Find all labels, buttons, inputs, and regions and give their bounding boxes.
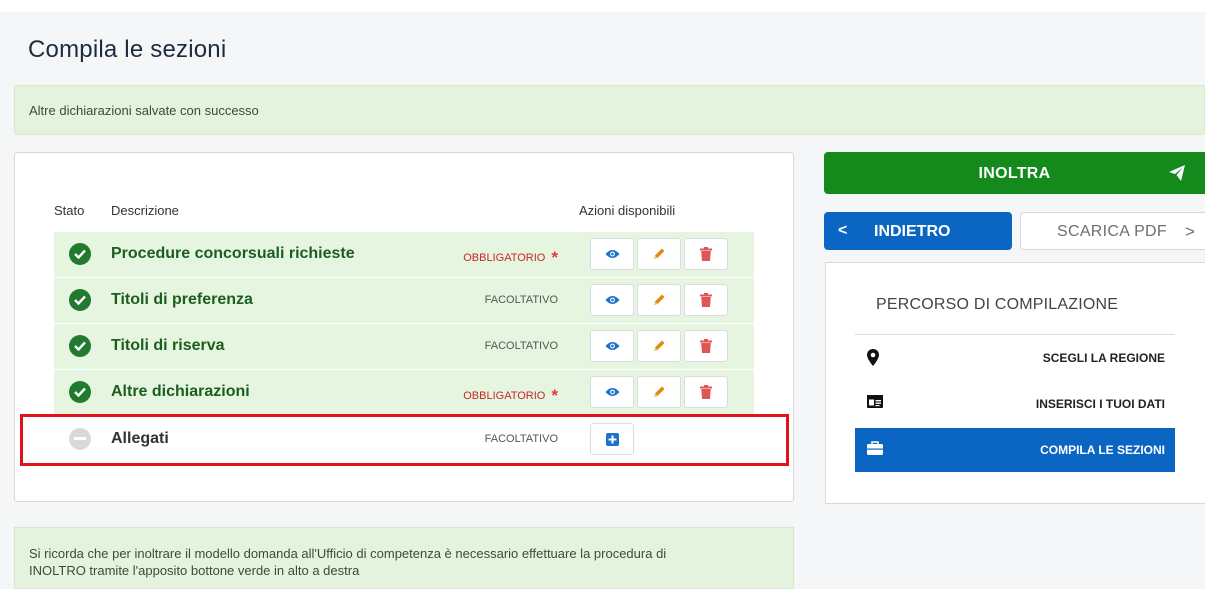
info-line-1: Si ricorda che per inoltrare il modello … <box>29 546 667 561</box>
pencil-icon <box>654 248 665 259</box>
delete-button[interactable] <box>684 284 728 316</box>
view-button[interactable] <box>590 284 634 316</box>
section-name: Procedure concorsuali richieste <box>111 245 355 262</box>
asterisk-icon: * <box>551 386 558 405</box>
id-card-icon <box>867 395 883 413</box>
eye-icon <box>604 250 620 258</box>
eye-icon <box>604 388 620 396</box>
section-name: Titoli di preferenza <box>111 291 253 308</box>
requirement-badge: FACOLTATIVO <box>484 340 558 352</box>
chevron-left-icon: < <box>838 222 848 239</box>
edit-button[interactable] <box>637 284 681 316</box>
info-line-2: INOLTRO tramite l'apposito bottone verde… <box>29 563 360 578</box>
chevron-right-icon: > <box>1185 222 1195 241</box>
check-circle-icon <box>69 381 91 403</box>
column-header-description: Descrizione <box>111 203 179 218</box>
trash-icon <box>700 247 712 261</box>
step-inserisci-dati[interactable]: INSERISCI I TUOI DATI <box>855 382 1175 426</box>
table-row: Titoli di preferenza FACOLTATIVO <box>54 278 754 324</box>
map-marker-icon <box>867 349 879 371</box>
check-circle-icon <box>69 243 91 265</box>
asterisk-icon: * <box>551 248 558 267</box>
download-pdf-label: SCARICA PDF <box>1057 223 1167 240</box>
trash-icon <box>700 385 712 399</box>
pencil-icon <box>654 294 665 305</box>
paper-plane-icon <box>1169 165 1185 186</box>
section-name: Titoli di riserva <box>111 337 225 354</box>
divider <box>855 334 1175 335</box>
pencil-icon <box>654 340 665 351</box>
step-label: COMPILA LE SEZIONI <box>1040 443 1165 457</box>
step-label: INSERISCI I TUOI DATI <box>1035 397 1165 411</box>
section-name: Altre dichiarazioni <box>111 383 250 400</box>
download-pdf-button[interactable]: SCARICA PDF > <box>1020 212 1205 250</box>
back-label: INDIETRO <box>874 223 951 240</box>
highlight-box <box>20 414 789 466</box>
eye-icon <box>604 342 620 350</box>
column-header-actions: Azioni disponibili <box>579 203 676 218</box>
success-alert: Altre dichiarazioni salvate con successo <box>14 85 1205 135</box>
inoltra-label: INOLTRA <box>978 165 1051 182</box>
step-label: SCEGLI LA REGIONE <box>1042 351 1165 365</box>
inoltra-button[interactable]: INOLTRA <box>824 152 1205 194</box>
step-scegli-regione[interactable]: SCEGLI LA REGIONE <box>855 336 1175 380</box>
table-row: Procedure concorsuali richieste OBBLIGAT… <box>54 232 754 278</box>
trash-icon <box>700 339 712 353</box>
requirement-badge: OBBLIGATORIO * <box>463 386 558 405</box>
delete-button[interactable] <box>684 238 728 270</box>
trash-icon <box>700 293 712 307</box>
requirement-badge: FACOLTATIVO <box>484 294 558 306</box>
column-header-status: Stato <box>54 203 85 218</box>
eye-icon <box>604 296 620 304</box>
edit-button[interactable] <box>637 376 681 408</box>
page-title: Compila le sezioni <box>28 36 227 63</box>
info-alert: Si ricorda che per inoltrare il modello … <box>14 527 794 589</box>
requirement-badge: OBBLIGATORIO * <box>463 248 558 267</box>
pencil-icon <box>654 386 665 397</box>
step-compila-sezioni[interactable]: COMPILA LE SEZIONI <box>855 428 1175 472</box>
view-button[interactable] <box>590 330 634 362</box>
view-button[interactable] <box>590 376 634 408</box>
delete-button[interactable] <box>684 330 728 362</box>
check-circle-icon <box>69 335 91 357</box>
progress-title: PERCORSO DI COMPILAZIONE <box>876 296 1119 313</box>
delete-button[interactable] <box>684 376 728 408</box>
edit-button[interactable] <box>637 330 681 362</box>
edit-button[interactable] <box>637 238 681 270</box>
briefcase-icon <box>867 441 883 460</box>
view-button[interactable] <box>590 238 634 270</box>
table-row: Titoli di riserva FACOLTATIVO <box>54 324 754 370</box>
check-circle-icon <box>69 289 91 311</box>
back-button[interactable]: < INDIETRO <box>824 212 1012 250</box>
table-row: Altre dichiarazioni OBBLIGATORIO * <box>54 370 754 416</box>
